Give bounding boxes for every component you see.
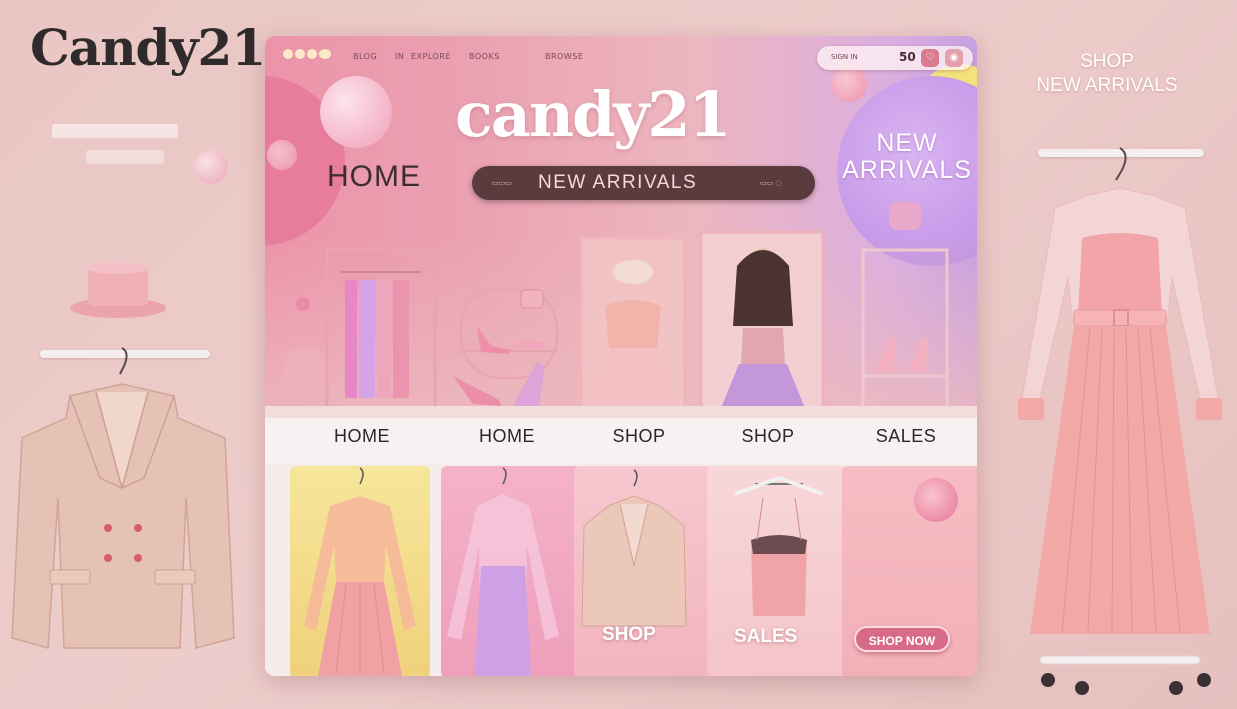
shop-new-arrivals-title[interactable]: SHOP NEW ARRIVALS [1007,50,1207,98]
window-dot [283,49,293,59]
sign-in-link[interactable]: SIGN IN [831,53,858,61]
blouse-dress-icon [304,467,416,676]
nav-shop-2[interactable]: SHOP [713,426,823,447]
shop-now-button[interactable]: SHOP NOW [854,626,950,652]
nav-link-in[interactable]: IN [395,52,404,61]
product-display-row [283,230,949,412]
camisole-icon [734,475,824,616]
product-card-blazer[interactable]: SHOP [574,466,714,676]
new-arrivals-search-bar[interactable]: ▭▭▭ NEW ARRIVALS ▭▭ ◌ [472,166,815,200]
heart-icon[interactable]: ♡ [921,49,939,67]
pink-ball [320,76,392,148]
cart-icon[interactable]: ◉ [945,49,963,67]
blazer-icon [11,347,235,649]
side-title-line1: SHOP [1080,51,1134,72]
nav-home[interactable]: HOME [307,426,417,447]
new-arrivals-badge[interactable]: NEW ARRIVALS [837,130,977,184]
shoe-stand [861,248,949,412]
hero-home-link[interactable]: HOME [327,160,421,194]
left-chip [86,150,164,164]
nav-link-explore[interactable]: EXPLORE [411,52,451,61]
dress-icon [1018,147,1222,695]
hero-logo: candy21 [455,78,732,151]
brand-logo[interactable]: Candy21 [30,18,266,77]
nav-link-blog[interactable]: BLOG [353,52,377,61]
hat-icon [70,262,166,318]
mannequin-gown [579,236,687,412]
rose-icon [889,202,921,230]
sheer-shirt-icon [447,467,559,676]
browser-window: BLOG IN EXPLORE BOOKS BROWSE SIGN IN 50 … [265,36,977,676]
window-dot [295,49,305,59]
nav-home-2[interactable]: HOME [452,426,562,447]
side-title-line2: NEW ARRIVALS [1036,75,1178,96]
search-label: NEW ARRIVALS [538,172,698,193]
shoe-shelf [453,287,558,406]
product-card-blouse[interactable] [290,466,430,676]
filter-icon: ▭▭ ◌ [760,179,782,187]
product-card-sheer[interactable] [441,466,581,676]
window-dot [319,49,331,59]
product-card-cami[interactable]: SALES [707,466,847,676]
search-icon: ▭▭▭ [492,179,512,187]
nav-link-browse[interactable]: BROWSE [545,52,583,61]
nav-shop[interactable]: SHOP [584,426,694,447]
card-label-shop[interactable]: SHOP [602,624,656,646]
display-shelf [265,406,977,418]
top-bar: BLOG IN EXPLORE BOOKS BROWSE SIGN IN 50 … [265,36,977,76]
card-label-sales[interactable]: SALES [734,626,797,648]
nav-link-books[interactable]: BOOKS [469,52,500,61]
nav-sales[interactable]: SALES [851,426,961,447]
dress-rack [325,248,437,412]
model-photo [699,230,825,412]
rose-icon [267,140,297,170]
blazer-icon [581,469,687,627]
badge-line2: ARRIVALS [842,156,972,184]
rose-icon [914,478,958,522]
window-dot [307,49,317,59]
pink-ball [194,150,228,184]
left-chip [52,124,178,138]
account-bar: SIGN IN 50 ♡ ◉ [817,46,973,70]
badge-line1: NEW [876,129,938,157]
cart-count: 50 [899,50,916,64]
